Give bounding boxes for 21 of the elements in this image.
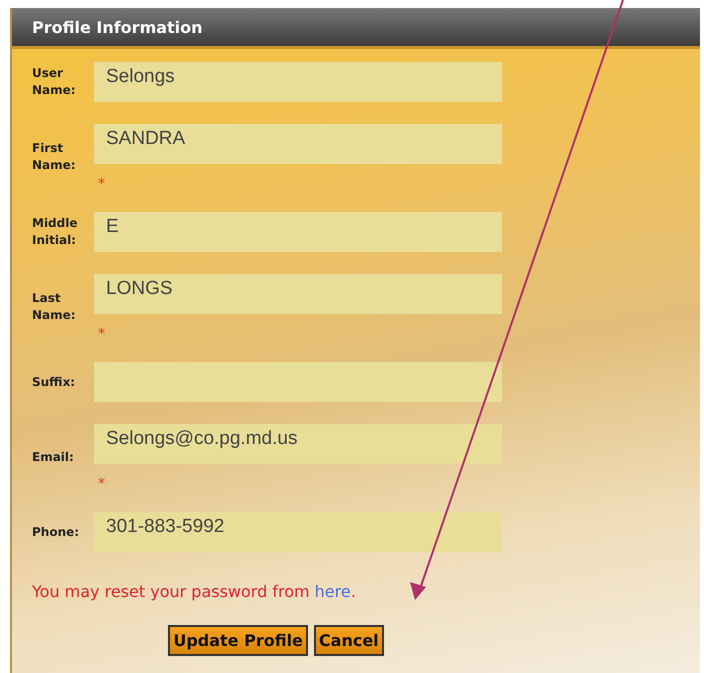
field-label: Last Name: — [32, 290, 77, 324]
field-label: User Name: — [32, 65, 77, 99]
required-mark: * — [98, 328, 106, 340]
password-reset-message: You may reset your password from here. — [32, 582, 356, 601]
form-button[interactable]: Cancel — [314, 625, 384, 656]
input-field[interactable]: LONGS — [94, 274, 502, 314]
required-mark: * — [98, 178, 106, 190]
field-label: Email: — [32, 448, 75, 466]
input-field[interactable]: E — [94, 212, 502, 252]
field-label: First Name: — [32, 140, 77, 174]
input-field[interactable]: SANDRA — [94, 124, 502, 164]
input-field[interactable]: 301-883-5992 — [94, 512, 502, 552]
input-field[interactable]: Selongs@co.pg.md.us — [94, 424, 502, 464]
required-mark: * — [98, 478, 106, 490]
input-field[interactable]: Selongs — [94, 62, 502, 102]
field-label: Phone: — [32, 524, 80, 540]
field-label: Suffix: — [32, 374, 76, 390]
form-button[interactable]: Update Profile — [168, 625, 308, 656]
field-label: Middle Initial: — [32, 215, 78, 249]
input-field[interactable] — [94, 362, 502, 402]
panel-title: Profile Information — [32, 18, 203, 36]
